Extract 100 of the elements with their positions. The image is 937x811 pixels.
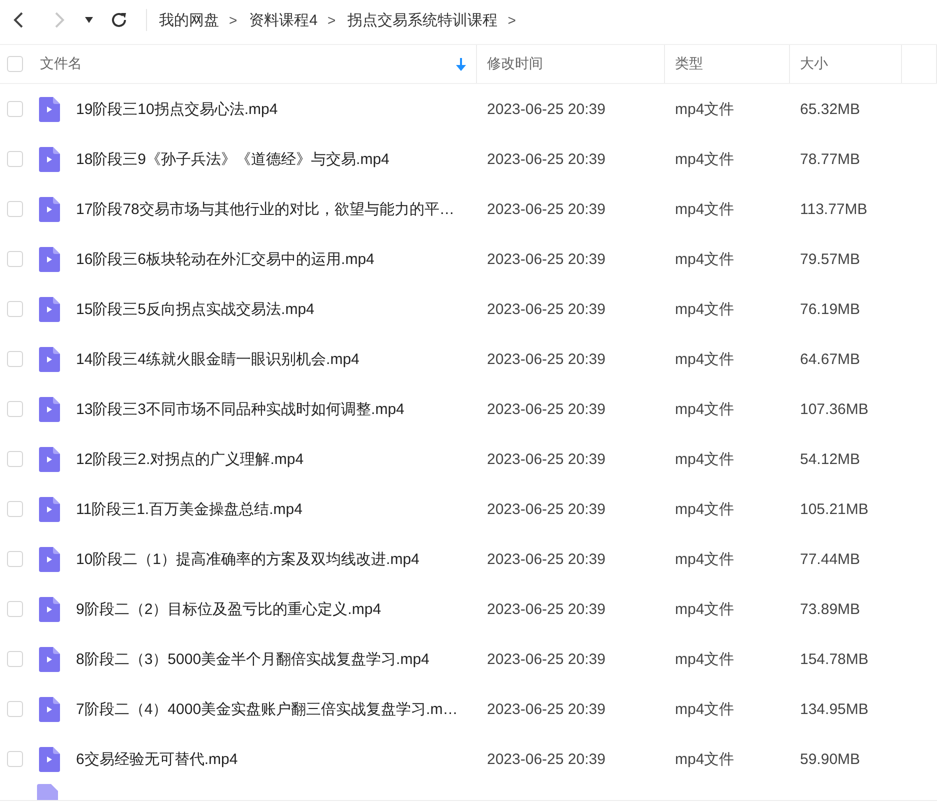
- file-size: 105.21MB: [799, 500, 870, 518]
- row-checkbox[interactable]: [7, 601, 23, 617]
- video-file-icon: [39, 246, 60, 272]
- column-header[interactable]: 修改时间: [477, 45, 665, 83]
- file-size: 77.44MB: [799, 550, 862, 568]
- file-size: 59.90MB: [799, 750, 862, 768]
- select-all-checkbox[interactable]: [7, 56, 23, 72]
- modified-time: 2023-06-25 20:39: [486, 400, 606, 418]
- row-checkbox[interactable]: [7, 701, 23, 717]
- column-label: 修改时间: [487, 55, 543, 73]
- column-header[interactable]: 类型: [665, 45, 790, 83]
- file-name[interactable]: 19阶段三10拐点交易心法.mp4: [76, 100, 278, 118]
- file-type: mp4文件: [674, 150, 736, 168]
- file-size: 65.32MB: [799, 100, 862, 118]
- column-header[interactable]: 文件名: [0, 45, 477, 83]
- file-name[interactable]: 10阶段二（1）提高准确率的方案及双均线改进.mp4: [76, 550, 420, 568]
- row-checkbox[interactable]: [7, 501, 23, 517]
- video-file-icon: [39, 296, 60, 322]
- file-name[interactable]: 11阶段三1.百万美金操盘总结.mp4: [76, 500, 302, 518]
- file-type: mp4文件: [674, 650, 736, 668]
- file-size: 64.67MB: [799, 350, 862, 368]
- video-file-icon: [39, 96, 60, 122]
- column-header[interactable]: 大小: [790, 45, 902, 83]
- row-checkbox[interactable]: [7, 301, 23, 317]
- file-size: 78.77MB: [799, 150, 862, 168]
- file-name[interactable]: 9阶段二（2）目标位及盈亏比的重心定义.mp4: [76, 600, 382, 618]
- row-checkbox[interactable]: [7, 651, 23, 667]
- breadcrumb-separator: >: [229, 12, 238, 28]
- row-checkbox[interactable]: [7, 201, 23, 217]
- file-size: 54.12MB: [799, 450, 862, 468]
- modified-time: 2023-06-25 20:39: [486, 450, 606, 468]
- file-size: 154.78MB: [799, 650, 870, 668]
- video-file-icon: [37, 784, 58, 800]
- modified-time: 2023-06-25 20:39: [486, 100, 606, 118]
- column-label: 大小: [800, 55, 828, 73]
- modified-time: 2023-06-25 20:39: [486, 500, 606, 518]
- file-name[interactable]: 12阶段三2.对拐点的广义理解.mp4: [76, 450, 304, 468]
- modified-time: 2023-06-25 20:39: [486, 300, 606, 318]
- video-file-icon: [39, 596, 60, 622]
- file-name[interactable]: 16阶段三6板块轮动在外汇交易中的运用.mp4: [76, 250, 374, 268]
- row-checkbox[interactable]: [7, 401, 23, 417]
- video-file-icon: [39, 396, 60, 422]
- modified-time: 2023-06-25 20:39: [486, 650, 606, 668]
- file-type: mp4文件: [674, 100, 736, 118]
- row-checkbox[interactable]: [7, 551, 23, 567]
- file-size: 113.77MB: [799, 200, 868, 218]
- modified-time: 2023-06-25 20:39: [486, 350, 606, 368]
- row-checkbox[interactable]: [7, 351, 23, 367]
- file-type: mp4文件: [674, 500, 736, 518]
- file-type: mp4文件: [674, 400, 736, 418]
- file-name[interactable]: 6交易经验无可替代.mp4: [76, 750, 238, 768]
- video-file-icon: [39, 646, 60, 672]
- file-type: mp4文件: [674, 300, 736, 318]
- file-name[interactable]: 8阶段二（3）5000美金半个月翻倍实战复盘学习.mp4: [76, 650, 430, 668]
- video-file-icon: [39, 346, 60, 372]
- file-size: 107.36MB: [799, 400, 870, 418]
- modified-time: 2023-06-25 20:39: [486, 700, 606, 718]
- row-checkbox[interactable]: [7, 451, 23, 467]
- video-file-icon: [39, 746, 60, 772]
- row-checkbox[interactable]: [7, 751, 23, 767]
- file-type: mp4文件: [674, 450, 736, 468]
- modified-time: 2023-06-25 20:39: [486, 250, 606, 268]
- file-type: mp4文件: [674, 350, 736, 368]
- file-size: 73.89MB: [799, 600, 862, 618]
- video-file-icon: [39, 546, 60, 572]
- video-file-icon: [39, 196, 60, 222]
- row-checkbox[interactable]: [7, 101, 23, 117]
- file-name[interactable]: 17阶段78交易市场与其他行业的对比，欲望与能力的平…: [76, 200, 454, 218]
- file-type: mp4文件: [674, 700, 736, 718]
- file-type: mp4文件: [674, 550, 736, 568]
- file-name[interactable]: 7阶段二（4）4000美金实盘账户翻三倍实战复盘学习.m…: [76, 700, 458, 718]
- breadcrumb-link[interactable]: 拐点交易系统特训课程: [348, 10, 498, 30]
- file-name[interactable]: 13阶段三3不同市场不同品种实战时如何调整.mp4: [76, 400, 404, 418]
- file-type: mp4文件: [674, 200, 736, 218]
- file-name[interactable]: 15阶段三5反向拐点实战交易法.mp4: [76, 300, 314, 318]
- file-size: 134.95MB: [799, 700, 870, 718]
- modified-time: 2023-06-25 20:39: [486, 200, 606, 218]
- file-type: mp4文件: [674, 600, 736, 618]
- video-file-icon: [39, 146, 60, 172]
- modified-time: 2023-06-25 20:39: [486, 750, 606, 768]
- breadcrumb-link[interactable]: 资料课程4: [249, 10, 318, 30]
- file-type: mp4文件: [674, 750, 736, 768]
- column-label: 文件名: [40, 55, 82, 73]
- video-file-icon: [39, 496, 60, 522]
- modified-time: 2023-06-25 20:39: [486, 550, 606, 568]
- file-name[interactable]: 18阶段三9《孙子兵法》《道德经》与交易.mp4: [76, 150, 390, 168]
- breadcrumb-separator: >: [508, 12, 516, 28]
- breadcrumb-link[interactable]: 我的网盘: [159, 10, 219, 30]
- modified-time: 2023-06-25 20:39: [486, 600, 606, 618]
- video-file-icon: [39, 696, 60, 722]
- file-size: 79.57MB: [799, 250, 862, 268]
- column-label: 类型: [675, 55, 703, 73]
- row-checkbox[interactable]: [7, 151, 23, 167]
- breadcrumb-separator: >: [328, 12, 336, 28]
- refresh-icon: [110, 11, 128, 29]
- modified-time: 2023-06-25 20:39: [486, 150, 606, 168]
- file-name[interactable]: 14阶段三4练就火眼金睛一眼识别机会.mp4: [76, 350, 360, 368]
- file-type: mp4文件: [674, 250, 736, 268]
- file-size: 76.19MB: [799, 300, 862, 318]
- row-checkbox[interactable]: [7, 251, 23, 267]
